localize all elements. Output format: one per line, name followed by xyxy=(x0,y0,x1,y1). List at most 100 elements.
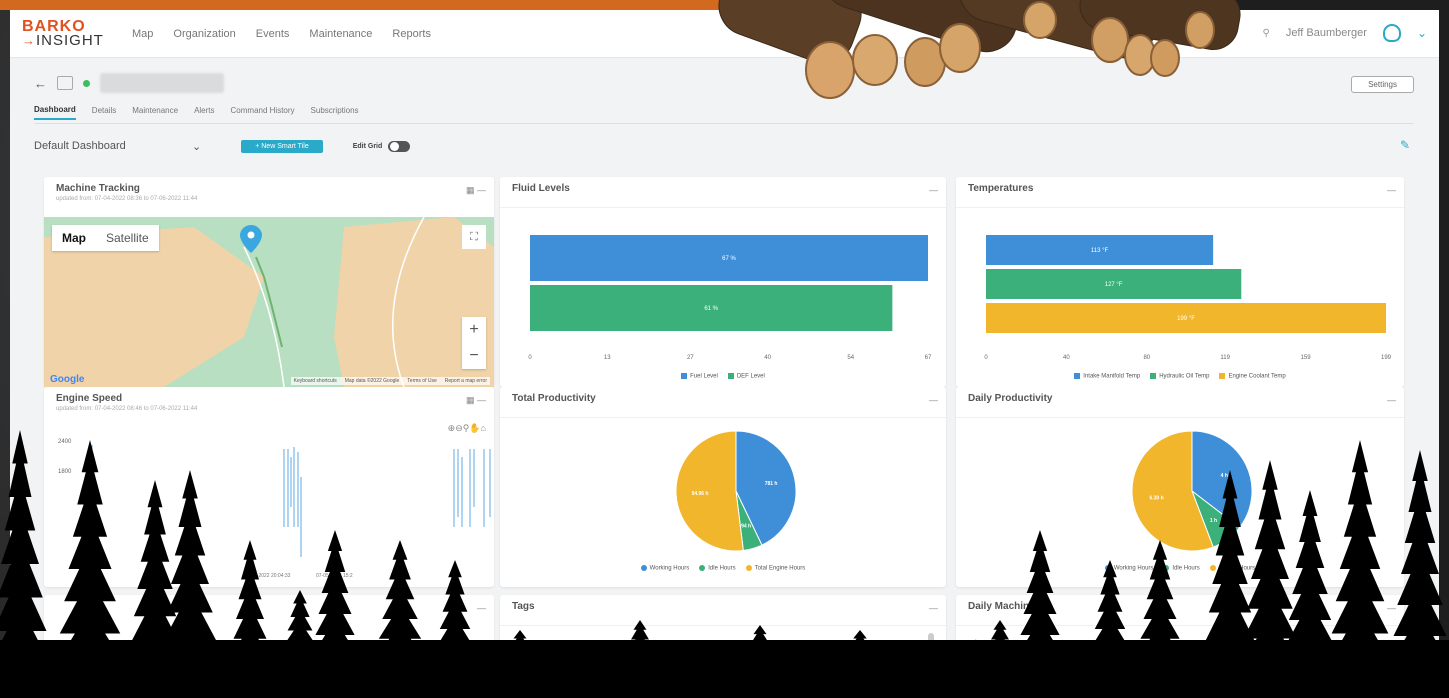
scrollbar[interactable] xyxy=(928,633,934,683)
bar-label: 67 % xyxy=(722,256,736,262)
legend-def-level: DEF Level xyxy=(727,373,765,380)
legend-label: Engine Coolant Temp xyxy=(1228,373,1286,380)
machine-icon xyxy=(57,76,73,90)
pie-label: 1 h xyxy=(1210,518,1217,524)
legend-label: Idle Hours xyxy=(1172,565,1200,572)
bar-label: 113 °F xyxy=(1091,248,1109,254)
logo[interactable]: BARKO →INSIGHT xyxy=(10,18,120,49)
x-tick-label: 0 xyxy=(528,355,532,361)
pie-label: 94 h xyxy=(741,524,751,530)
fluid-levels-chart: 67 % 61 % 0 13 27 40 54 67 xyxy=(528,235,932,361)
tab-dashboard[interactable]: Dashboard xyxy=(34,105,76,120)
minimize-icon[interactable]: — xyxy=(477,603,486,613)
fullscreen-icon[interactable]: ⛶ xyxy=(462,225,486,249)
minimize-icon[interactable]: — xyxy=(1387,185,1396,195)
legend-label: Working Hours xyxy=(649,565,690,572)
calendar-icon[interactable]: ▦ — xyxy=(466,185,486,196)
nav-item-reports[interactable]: Reports xyxy=(392,28,431,40)
legend-fuel-level: Fuel Level xyxy=(681,373,718,380)
total-productivity-pie: 781 h 94 h 94.96 h xyxy=(675,430,797,552)
pie-label: 4 h xyxy=(1221,473,1228,479)
pie-label: 781 h xyxy=(765,481,778,487)
zoom-in-button[interactable]: + xyxy=(462,317,486,343)
daily-row: Eng xyxy=(968,659,987,670)
minimize-icon[interactable]: — xyxy=(1387,603,1396,613)
nav-item-organization[interactable]: Organization xyxy=(173,28,235,40)
total-productivity-card: Total Productivity — 781 h 94 h 94.96 h Wo… xyxy=(500,387,946,587)
legend-coolant: Engine Coolant Temp xyxy=(1219,373,1286,380)
satellite-tab-button[interactable]: Satellite xyxy=(96,225,159,251)
settings-button[interactable]: Settings xyxy=(1351,76,1414,93)
report-error-link[interactable]: Report a map error xyxy=(445,378,487,384)
search-icon[interactable]: ⚲ xyxy=(1262,28,1269,39)
x-tick-label: 67 xyxy=(925,355,932,361)
legend-intake: Intake Manifold Temp xyxy=(1074,373,1140,380)
minimize-icon[interactable]: — xyxy=(929,603,938,613)
legend-idle: Idle Hours xyxy=(699,565,736,572)
daily-row: Sig xyxy=(968,639,983,650)
product-name: INSIGHT xyxy=(36,31,104,49)
location-pin-icon[interactable] xyxy=(240,225,262,253)
x-tick-label: 07-05-2022 15:2 xyxy=(316,573,353,579)
x-tick-label: 0 xyxy=(984,355,988,361)
pie-slice-total-engine-hours[interactable] xyxy=(675,430,744,552)
card-title: Fluid Levels xyxy=(512,183,570,194)
nav-item-events[interactable]: Events xyxy=(256,28,290,40)
toggle-switch[interactable] xyxy=(388,140,411,152)
pencil-icon[interactable]: ✎ xyxy=(1400,138,1410,152)
minimize-icon[interactable]: — xyxy=(929,185,938,195)
machine-name-redacted xyxy=(100,73,224,93)
legend-label: Intake Manifold Temp xyxy=(1083,373,1141,380)
google-logo: Google xyxy=(50,374,85,385)
tags-card: Tags — Name Value Model Model Desc xyxy=(500,595,946,698)
tab-alerts[interactable]: Alerts xyxy=(194,106,214,119)
legend-total-engine: Total Engine Hours xyxy=(745,565,806,572)
daily-row: Wi xyxy=(968,679,980,690)
engine-speed-card: Engine Speed updated from: 07-04-2022 08… xyxy=(44,387,494,587)
card-title: Machine Tracking xyxy=(56,183,140,194)
user-name[interactable]: Jeff Baumberger xyxy=(1286,27,1367,39)
x-tick-label: 13 xyxy=(604,355,611,361)
x-tick-label: 159 xyxy=(1301,355,1312,361)
legend-idle: Idle Hours xyxy=(1163,565,1200,572)
daily-productivity-pie: 4 h 1 h 6.30 h xyxy=(1131,430,1253,552)
bar-label: 199 °F xyxy=(1177,316,1195,322)
user-icon[interactable] xyxy=(1382,24,1401,42)
dashboard-select[interactable]: Default Dashboard xyxy=(34,140,184,152)
map-tab-button[interactable]: Map xyxy=(52,225,96,251)
keyboard-shortcuts-link[interactable]: Keyboard shortcuts xyxy=(294,378,337,384)
minimize-icon[interactable]: — xyxy=(929,395,938,405)
terms-link[interactable]: Terms of Use xyxy=(407,378,436,384)
legend-label: Fuel Level xyxy=(690,373,718,380)
status-dot-icon xyxy=(83,79,90,87)
chevron-down-icon[interactable]: ⌄ xyxy=(192,140,201,153)
legend-label: Engine Hours xyxy=(1218,565,1256,572)
x-tick-label: 27 xyxy=(687,355,694,361)
daily-machine-card: Daily Machine — Sig Eng Wi xyxy=(956,595,1404,698)
new-smart-tile-button[interactable]: + New Smart Tile xyxy=(241,139,323,153)
nav-item-maintenance[interactable]: Maintenance xyxy=(309,28,372,40)
tab-command-history[interactable]: Command History xyxy=(231,106,295,119)
tag-row-model: Model xyxy=(514,661,543,672)
back-arrow-icon[interactable]: ← xyxy=(34,76,47,91)
map-view[interactable]: Map Satellite ⛶ + − Google Keyboard shor… xyxy=(44,217,494,387)
zoom-out-button[interactable]: − xyxy=(462,343,486,369)
legend-label: Total Engine Hours xyxy=(754,565,806,572)
x-tick-label: 54 xyxy=(847,355,854,361)
tab-details[interactable]: Details xyxy=(92,106,116,119)
bottom-left-card: — xyxy=(44,595,494,698)
temperatures-chart: 113 °F 127 °F 199 °F 0 40 80 119 159 199 xyxy=(984,235,1392,361)
edit-grid-toggle[interactable]: Edit Grid xyxy=(353,140,411,152)
chevron-down-icon[interactable]: ⌄ xyxy=(1417,26,1427,40)
tag-row-model-desc: Model Desc xyxy=(514,681,559,690)
nav-item-map[interactable]: Map xyxy=(132,28,153,40)
x-tick-label: 80 xyxy=(1143,355,1150,361)
tab-maintenance[interactable]: Maintenance xyxy=(132,106,178,119)
card-title: Daily Productivity xyxy=(968,393,1053,404)
x-tick-label: 119 xyxy=(1220,355,1230,361)
tab-subscriptions[interactable]: Subscriptions xyxy=(311,106,359,119)
pie-label: 94.96 h xyxy=(692,491,709,497)
legend-label: Working Hours xyxy=(1113,565,1154,572)
minimize-icon[interactable]: — xyxy=(1387,395,1396,405)
card-title: Temperatures xyxy=(968,183,1034,194)
